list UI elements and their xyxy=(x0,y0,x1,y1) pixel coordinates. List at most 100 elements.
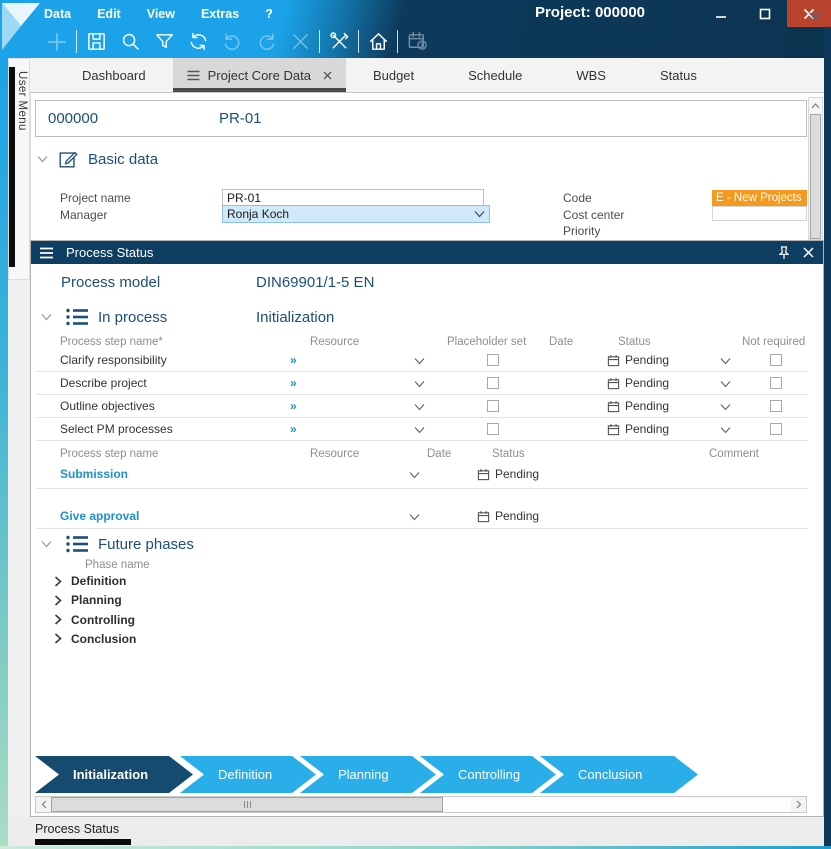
tab-overflow-icon[interactable] xyxy=(808,11,822,23)
minimize-button[interactable] xyxy=(699,0,743,27)
scroll-right-arrow[interactable] xyxy=(791,797,806,812)
filter-button[interactable] xyxy=(147,27,181,57)
panel-close-icon[interactable] xyxy=(803,247,814,258)
calendar-icon[interactable] xyxy=(477,468,490,481)
tab-label: Dashboard xyxy=(82,68,146,83)
not-required-checkbox[interactable] xyxy=(770,354,782,366)
phase-name: Definition xyxy=(71,574,126,588)
resource-chevron-icon[interactable] xyxy=(414,380,425,388)
refresh-button[interactable] xyxy=(181,27,215,57)
calendar-icon[interactable] xyxy=(607,423,620,436)
milestone-link[interactable]: Submission xyxy=(60,467,128,481)
status-field[interactable]: Pending xyxy=(607,422,669,436)
resource-chevron-icon[interactable] xyxy=(414,403,425,411)
chevron-down-icon[interactable] xyxy=(409,471,420,479)
tab-project-core-data[interactable]: Project Core Data xyxy=(173,58,346,92)
tab-close-icon[interactable] xyxy=(323,71,332,80)
phase-chevron-initialization[interactable]: Initialization xyxy=(35,756,193,793)
tools-button[interactable] xyxy=(322,27,356,57)
planning-calendar-button xyxy=(400,27,434,57)
collapse-chevron-icon[interactable] xyxy=(37,155,48,163)
search-button[interactable] xyxy=(113,27,147,57)
future-phase-row[interactable]: Controlling xyxy=(54,613,135,627)
status-field[interactable]: Pending xyxy=(607,376,669,390)
placeholder-set-checkbox[interactable] xyxy=(487,400,499,412)
not-required-checkbox[interactable] xyxy=(770,377,782,389)
bottom-tab-process-status[interactable]: Process Status xyxy=(35,822,119,836)
tab-schedule[interactable]: Schedule xyxy=(441,58,549,92)
phase-chevron-planning[interactable]: Planning xyxy=(300,756,436,793)
expand-arrow-icon[interactable] xyxy=(54,595,62,606)
project-name-input[interactable] xyxy=(222,189,484,206)
expand-arrow-icon[interactable] xyxy=(54,576,62,587)
menu-item-view[interactable]: View xyxy=(147,7,175,21)
resource-chevron-icon[interactable] xyxy=(414,426,425,434)
calendar-icon[interactable] xyxy=(477,510,490,523)
future-phase-row[interactable]: Planning xyxy=(54,593,122,607)
tab-hamburger-icon[interactable] xyxy=(187,70,200,81)
future-phase-row[interactable]: Definition xyxy=(54,574,126,588)
expand-arrow-icon[interactable] xyxy=(54,633,62,644)
expand-arrow-icon[interactable] xyxy=(54,614,62,625)
collapse-chevron-icon[interactable] xyxy=(41,313,52,321)
phase-chevron-definition[interactable]: Definition xyxy=(180,756,316,793)
collapse-chevron-icon[interactable] xyxy=(41,540,52,548)
toolbar-separator xyxy=(397,30,398,53)
status-field[interactable]: Pending xyxy=(607,353,669,367)
phase-name: Conclusion xyxy=(71,632,136,646)
scroll-left-arrow[interactable] xyxy=(36,797,51,812)
resource-chevron-icon[interactable] xyxy=(414,357,425,365)
menu-item-data[interactable]: Data xyxy=(44,7,71,21)
save-button[interactable] xyxy=(79,27,113,57)
cost-center-input[interactable] xyxy=(712,206,807,221)
status-field[interactable]: Pending xyxy=(477,509,539,523)
calendar-icon[interactable] xyxy=(607,400,620,413)
vertical-scroll-thumb[interactable] xyxy=(810,114,821,239)
status-chevron-icon[interactable] xyxy=(720,357,731,365)
resource-link[interactable]: » xyxy=(290,353,297,367)
not-required-checkbox[interactable] xyxy=(770,400,782,412)
tab-status[interactable]: Status xyxy=(633,58,724,92)
calendar-icon[interactable] xyxy=(607,354,620,367)
placeholder-set-checkbox[interactable] xyxy=(487,354,499,366)
resource-link[interactable]: » xyxy=(290,399,297,413)
hamburger-icon[interactable] xyxy=(39,247,54,259)
not-required-checkbox[interactable] xyxy=(770,423,782,435)
current-phase-value: Initialization xyxy=(256,309,334,326)
menu-item-help[interactable]: ? xyxy=(265,7,273,21)
vertical-scrollbar[interactable] xyxy=(808,97,823,240)
user-menu-tab[interactable]: User Menu xyxy=(8,58,30,280)
chevron-down-icon[interactable] xyxy=(409,513,420,521)
horizontal-scroll-thumb[interactable] xyxy=(51,797,443,812)
panel-header[interactable]: Process Status xyxy=(31,241,823,264)
tab-budget[interactable]: Budget xyxy=(346,58,441,92)
manager-select[interactable]: Ronja Koch xyxy=(222,205,490,223)
horizontal-scrollbar[interactable] xyxy=(35,796,807,813)
document-tab-strip: Dashboard Project Core DataBudgetSchedule… xyxy=(30,58,824,93)
calendar-icon[interactable] xyxy=(607,377,620,390)
scroll-up-arrow[interactable] xyxy=(809,98,822,113)
home-button[interactable] xyxy=(361,27,395,57)
phase-chevron-controlling[interactable]: Controlling xyxy=(420,756,556,793)
placeholder-set-checkbox[interactable] xyxy=(487,423,499,435)
milestone-link[interactable]: Give approval xyxy=(60,509,139,523)
status-field[interactable]: Pending xyxy=(477,467,539,481)
status-field[interactable]: Pending xyxy=(607,399,669,413)
tab-wbs[interactable]: WBS xyxy=(549,58,633,92)
placeholder-set-checkbox[interactable] xyxy=(487,377,499,389)
user-menu-label: User Menu xyxy=(16,71,28,131)
tab-dashboard[interactable]: Dashboard xyxy=(55,58,173,92)
status-chevron-icon[interactable] xyxy=(720,426,731,434)
phase-chevron-conclusion[interactable]: Conclusion xyxy=(540,756,698,793)
resource-link[interactable]: » xyxy=(290,422,297,436)
code-value-badge[interactable]: E - New Projects xyxy=(712,190,807,206)
status-chevron-icon[interactable] xyxy=(720,403,731,411)
menu-item-edit[interactable]: Edit xyxy=(97,7,121,21)
pin-icon[interactable] xyxy=(778,246,790,260)
bottom-tab-active-indicator xyxy=(35,839,131,845)
maximize-button[interactable] xyxy=(743,0,787,27)
resource-link[interactable]: » xyxy=(290,376,297,390)
future-phase-row[interactable]: Conclusion xyxy=(54,632,136,646)
menu-item-extras[interactable]: Extras xyxy=(201,7,239,21)
status-chevron-icon[interactable] xyxy=(720,380,731,388)
